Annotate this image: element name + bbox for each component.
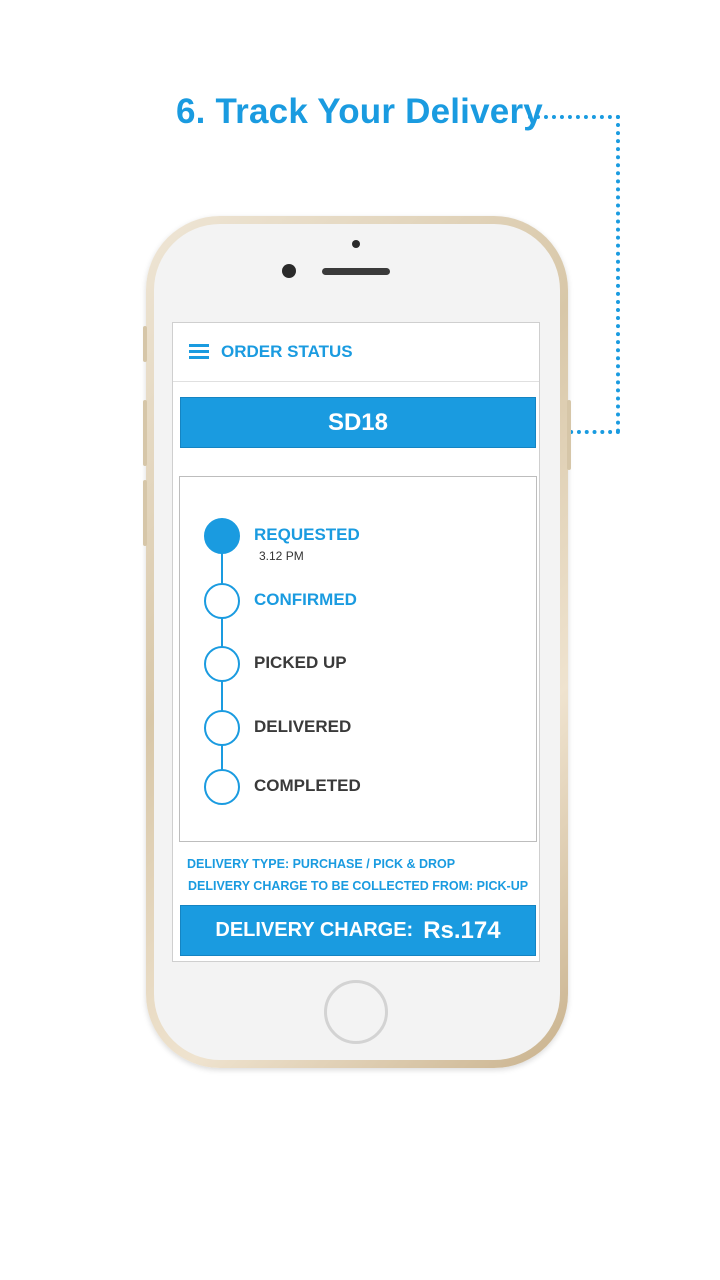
promo-headline: 6. Track Your Delivery xyxy=(176,92,543,131)
step-label: DELIVERED xyxy=(254,717,352,736)
status-circle-icon xyxy=(204,518,240,554)
phone-side-button xyxy=(143,400,147,466)
delivery-charge-value: Rs.174 xyxy=(423,916,501,944)
page-title: ORDER STATUS xyxy=(221,342,353,361)
app-header: ORDER STATUS xyxy=(173,323,539,382)
front-camera-icon xyxy=(282,264,296,278)
step-label: PICKED UP xyxy=(254,653,347,672)
step-label: REQUESTED xyxy=(254,525,360,544)
status-circle-icon xyxy=(204,710,240,746)
order-id-banner: SD18 xyxy=(180,397,536,448)
status-circle-icon xyxy=(204,583,240,619)
timeline-step-delivered: DELIVERED xyxy=(204,710,524,748)
step-label: CONFIRMED xyxy=(254,590,357,609)
step-label: COMPLETED xyxy=(254,776,361,795)
callout-dotted-line xyxy=(528,115,620,119)
charge-collected-from-text: DELIVERY CHARGE TO BE COLLECTED FROM: PI… xyxy=(188,879,529,893)
step-timestamp: 3.12 PM xyxy=(259,549,304,563)
phone-side-button xyxy=(143,326,147,362)
home-button[interactable] xyxy=(324,980,388,1044)
phone-sensor xyxy=(352,240,360,248)
delivery-type-text: DELIVERY TYPE: PURCHASE / PICK & DROP xyxy=(187,857,456,871)
phone-side-button xyxy=(143,480,147,546)
order-status-timeline: REQUESTED 3.12 PM CONFIRMED PICKED UP DE… xyxy=(179,476,537,842)
delivery-charge-bar: DELIVERY CHARGE: Rs.174 xyxy=(180,905,536,956)
timeline-step-confirmed: CONFIRMED xyxy=(204,583,524,621)
status-circle-icon xyxy=(204,769,240,805)
timeline-step-requested: REQUESTED 3.12 PM xyxy=(204,518,524,563)
timeline-step-picked-up: PICKED UP xyxy=(204,646,524,684)
phone-side-button xyxy=(567,400,571,470)
menu-icon[interactable] xyxy=(189,344,209,359)
timeline-step-completed: COMPLETED xyxy=(204,769,524,807)
delivery-charge-label: DELIVERY CHARGE: xyxy=(215,919,414,941)
app-screen: ORDER STATUS SD18 REQUESTED 3.12 PM CONF… xyxy=(172,322,540,962)
phone-speaker xyxy=(322,268,390,275)
status-circle-icon xyxy=(204,646,240,682)
callout-dotted-line xyxy=(616,115,620,433)
